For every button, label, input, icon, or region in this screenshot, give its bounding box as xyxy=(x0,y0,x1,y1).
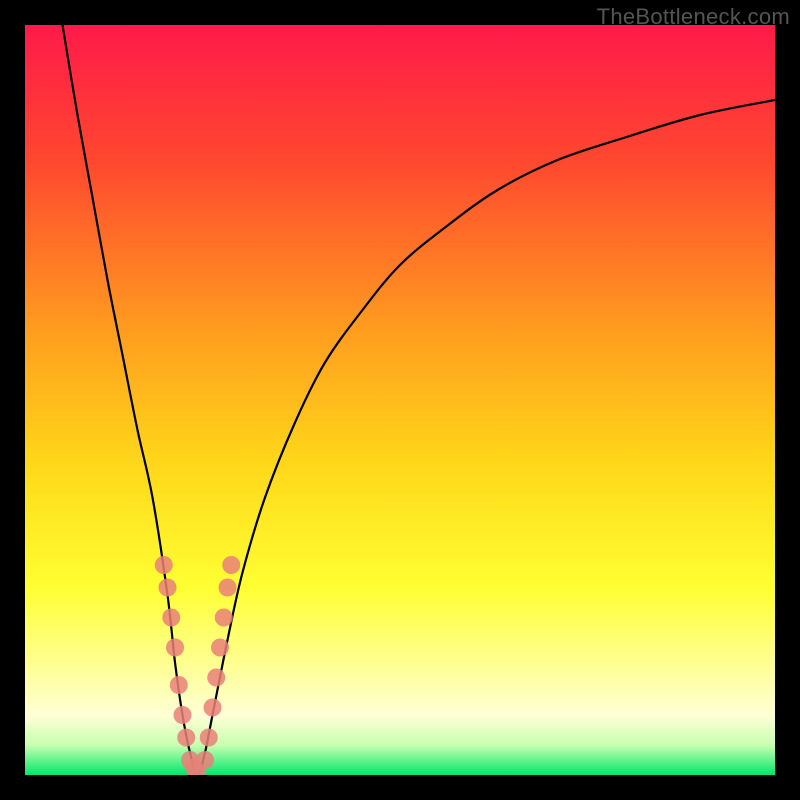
gradient-background xyxy=(25,25,775,775)
marker-point xyxy=(204,699,222,717)
marker-point xyxy=(215,609,233,627)
marker-point xyxy=(162,609,180,627)
marker-point xyxy=(166,639,184,657)
marker-point xyxy=(177,729,195,747)
watermark-text: TheBottleneck.com xyxy=(597,4,790,30)
marker-point xyxy=(170,676,188,694)
marker-point xyxy=(159,579,177,597)
marker-point xyxy=(155,556,173,574)
marker-point xyxy=(222,556,240,574)
marker-point xyxy=(200,729,218,747)
chart-frame: TheBottleneck.com xyxy=(0,0,800,800)
chart-svg xyxy=(25,25,775,775)
marker-point xyxy=(207,669,225,687)
marker-point xyxy=(211,639,229,657)
plot-area xyxy=(25,25,775,775)
marker-point xyxy=(219,579,237,597)
marker-point xyxy=(196,751,214,769)
marker-point xyxy=(174,706,192,724)
